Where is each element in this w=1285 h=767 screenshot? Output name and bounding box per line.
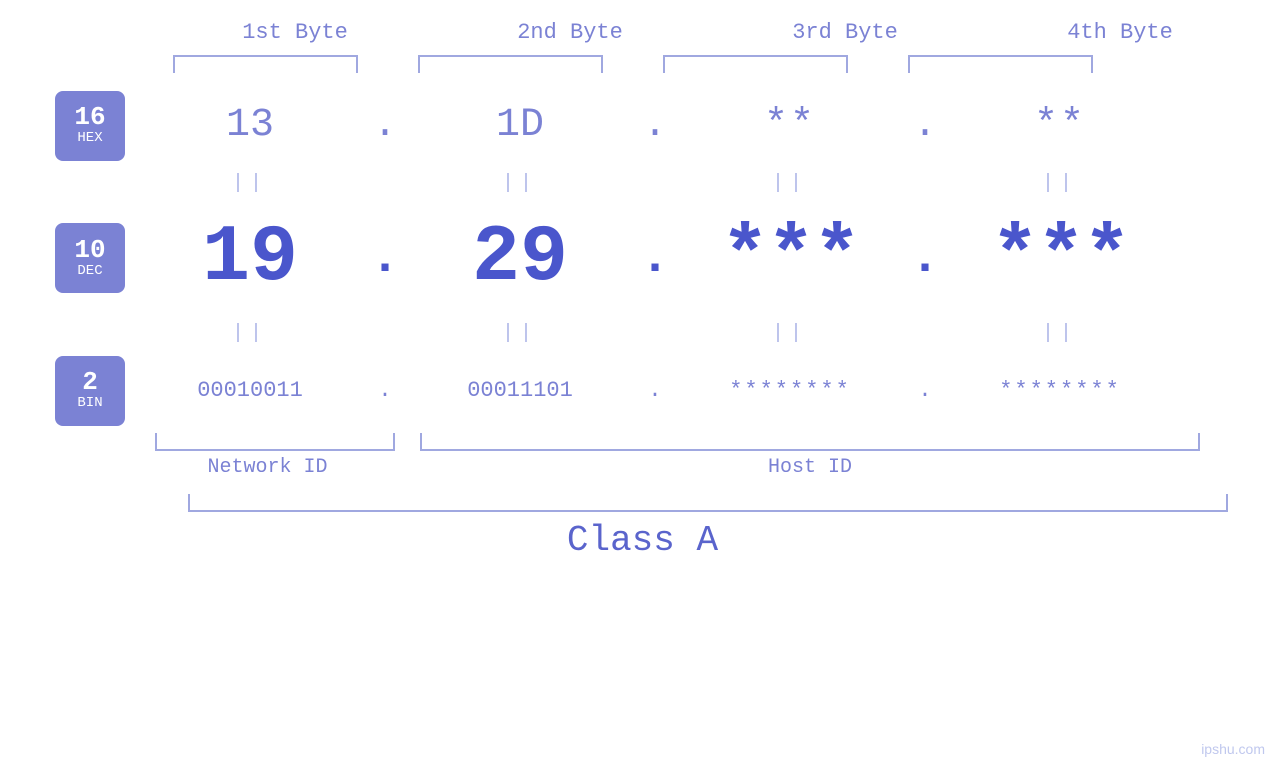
eq2-b1: ||: [140, 322, 360, 345]
bin-b1: 00010011: [140, 378, 360, 403]
bracket-top-b4: [908, 55, 1093, 73]
dec-dot3: .: [900, 230, 950, 287]
dec-dot2: .: [630, 230, 680, 287]
main-container: 1st Byte 2nd Byte 3rd Byte 4th Byte 16 H…: [0, 0, 1285, 767]
eq2-b2: ||: [410, 322, 630, 345]
eq1-b2: ||: [410, 172, 630, 195]
eq2-b4: ||: [950, 322, 1170, 345]
bin-b3: ********: [680, 378, 900, 403]
dec-b3: ***: [680, 213, 900, 304]
bin-dot1: .: [360, 378, 410, 403]
dec-badge-label: DEC: [77, 263, 102, 280]
hex-b3: **: [680, 103, 900, 148]
class-label: Class A: [0, 520, 1285, 561]
eq2-b3: ||: [680, 322, 900, 345]
watermark: ipshu.com: [1201, 741, 1265, 757]
bracket-top-b3: [663, 55, 848, 73]
bracket-bottom-network: [155, 433, 395, 451]
byte3-header: 3rd Byte: [735, 20, 955, 45]
hex-badge-num: 16: [74, 104, 105, 130]
hex-badge: 16 HEX: [55, 91, 125, 161]
byte2-header: 2nd Byte: [460, 20, 680, 45]
bin-badge-num: 2: [82, 369, 98, 395]
hex-dot1: .: [360, 103, 410, 148]
hex-badge-col: 16 HEX: [0, 91, 140, 161]
bottom-brackets: [140, 433, 1285, 451]
eq1-b1: ||: [140, 172, 360, 195]
dec-b1: 19: [140, 213, 360, 304]
hex-values-row: 13 . 1D . ** . **: [140, 103, 1285, 148]
bin-values-row: 00010011 . 00011101 . ******** . *******…: [140, 378, 1285, 403]
byte4-header: 4th Byte: [1010, 20, 1230, 45]
id-labels: Network ID Host ID: [140, 456, 1285, 479]
bin-b4: ********: [950, 378, 1170, 403]
hex-badge-label: HEX: [77, 130, 102, 147]
bin-badge-col: 2 BIN: [0, 356, 140, 426]
class-bracket: [188, 494, 1228, 512]
hex-dot2: .: [630, 103, 680, 148]
byte-headers: 1st Byte 2nd Byte 3rd Byte 4th Byte: [158, 20, 1258, 45]
dec-b4: ***: [950, 213, 1170, 304]
bracket-top-b2: [418, 55, 603, 73]
network-id-label: Network ID: [140, 456, 395, 479]
dec-b2: 29: [410, 213, 630, 304]
hex-dot3: .: [900, 103, 950, 148]
bin-b2: 00011101: [410, 378, 630, 403]
hex-b1: 13: [140, 103, 360, 148]
bin-dot2: .: [630, 378, 680, 403]
bin-badge-label: BIN: [77, 395, 102, 412]
bin-dot3: .: [900, 378, 950, 403]
hex-b2: 1D: [410, 103, 630, 148]
hex-b4: **: [950, 103, 1170, 148]
bracket-bottom-host: [420, 433, 1200, 451]
bin-badge: 2 BIN: [55, 356, 125, 426]
dec-badge-num: 10: [74, 237, 105, 263]
host-id-label: Host ID: [420, 456, 1200, 479]
dec-badge: 10 DEC: [55, 223, 125, 293]
dec-badge-col: 10 DEC: [0, 223, 140, 293]
eq1-b3: ||: [680, 172, 900, 195]
dec-values-row: 19 . 29 . *** . ***: [140, 213, 1285, 304]
bracket-top-b1: [173, 55, 358, 73]
dec-dot1: .: [360, 230, 410, 287]
eq1-b4: ||: [950, 172, 1170, 195]
byte1-header: 1st Byte: [185, 20, 405, 45]
